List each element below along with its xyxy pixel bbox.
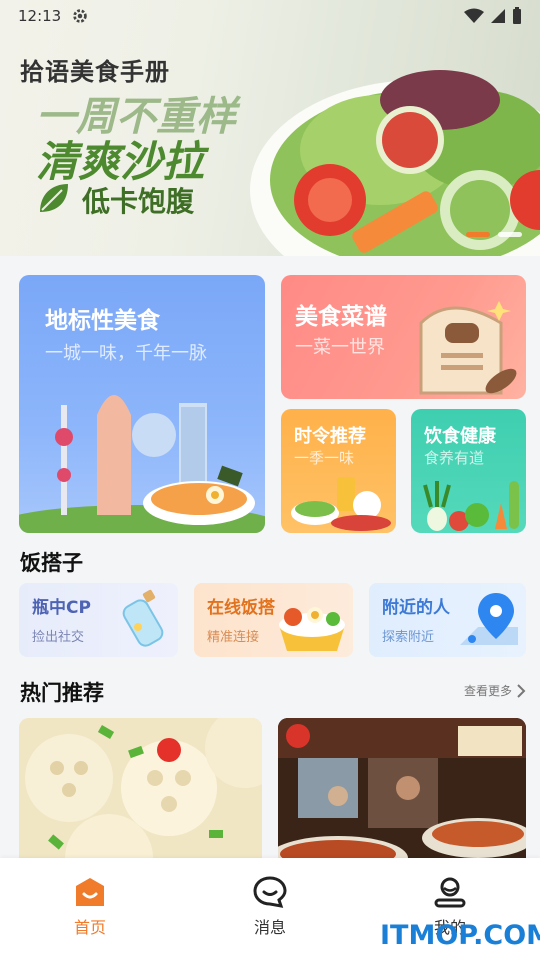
buddy-card-subtitle: 捡出社交 bbox=[32, 630, 85, 645]
see-more-label: 查看更多 bbox=[463, 684, 512, 698]
buddy-section-title: 饭搭子 bbox=[20, 551, 83, 575]
nav-home[interactable]: 首页 bbox=[0, 858, 180, 960]
nav-messages[interactable]: 消息 bbox=[180, 858, 360, 960]
home-icon bbox=[76, 878, 104, 906]
status-time: 12:13 bbox=[18, 7, 62, 25]
status-bar: 12:13 bbox=[0, 0, 540, 32]
see-more-link[interactable]: 查看更多 bbox=[464, 682, 526, 699]
bottle-icon bbox=[122, 589, 164, 647]
seasonal-title: 时令推荐 bbox=[294, 426, 366, 447]
food-box-icon bbox=[279, 607, 345, 651]
hero-banner[interactable]: 拾语美食手册 一周不重样 清爽沙拉 低卡饱腹 bbox=[0, 0, 540, 256]
profile-icon bbox=[434, 877, 466, 908]
settings-icon bbox=[73, 9, 87, 23]
seasonal-subtitle: 一季一味 bbox=[294, 449, 355, 467]
recipe-card[interactable]: 美食菜谱 一菜一世界 bbox=[281, 275, 526, 399]
nav-home-label: 首页 bbox=[73, 918, 106, 937]
watermark: ITMOP.COM bbox=[380, 920, 540, 951]
leaf-icon bbox=[40, 184, 68, 212]
hot-item-lotus-root[interactable] bbox=[19, 718, 262, 868]
buddy-card-title: 附近的人 bbox=[382, 598, 450, 618]
battery-icon bbox=[513, 7, 521, 24]
hot-section-title: 热门推荐 bbox=[20, 681, 104, 705]
health-title: 饮食健康 bbox=[424, 426, 496, 447]
location-pin-icon bbox=[460, 593, 518, 645]
banner-title: 拾语美食手册 bbox=[20, 58, 170, 86]
banner-pagination bbox=[466, 232, 522, 237]
nearby-people-card[interactable]: 附近的人 探索附近 bbox=[369, 583, 526, 657]
landmark-title: 地标性美食 bbox=[45, 308, 160, 334]
seasonal-food-illustration bbox=[291, 477, 391, 531]
buddy-card-subtitle: 精准连接 bbox=[207, 630, 260, 645]
message-icon bbox=[253, 876, 287, 908]
buddy-card-title: 瓶中CP bbox=[32, 598, 91, 618]
salad-image bbox=[250, 70, 540, 256]
signal-icon bbox=[491, 9, 505, 23]
buddy-card-subtitle: 探索附近 bbox=[382, 630, 435, 645]
noodle-shop-photo bbox=[278, 718, 526, 868]
wifi-icon bbox=[464, 8, 484, 23]
recipe-title: 美食菜谱 bbox=[295, 304, 387, 330]
landmark-food-card[interactable]: 地标性美食 一城一味，千年一脉 bbox=[19, 275, 265, 533]
recipe-book-illustration bbox=[419, 301, 517, 395]
banner-line-3: 低卡饱腹 bbox=[82, 185, 195, 218]
lotus-root-photo bbox=[19, 718, 262, 868]
hot-item-chongqing-noodles[interactable] bbox=[278, 718, 526, 868]
bottle-cp-card[interactable]: 瓶中CP 捡出社交 bbox=[19, 583, 178, 657]
seasonal-card[interactable]: 时令推荐 一季一味 bbox=[281, 409, 396, 533]
health-subtitle: 食养有道 bbox=[424, 449, 485, 467]
buddy-card-title: 在线饭搭 bbox=[207, 598, 275, 618]
online-dining-card[interactable]: 在线饭搭 精准连接 bbox=[194, 583, 353, 657]
health-card[interactable]: 饮食健康 食养有道 bbox=[411, 409, 526, 533]
recipe-subtitle: 一菜一世界 bbox=[295, 337, 385, 358]
vegetables-illustration bbox=[423, 481, 519, 531]
pagination-dot[interactable] bbox=[498, 232, 522, 237]
city-landmark-illustration bbox=[19, 395, 265, 533]
pagination-dot-active[interactable] bbox=[466, 232, 490, 237]
chevron-right-icon bbox=[517, 683, 526, 698]
landmark-subtitle: 一城一味，千年一脉 bbox=[45, 343, 207, 364]
nav-messages-label: 消息 bbox=[253, 918, 286, 937]
